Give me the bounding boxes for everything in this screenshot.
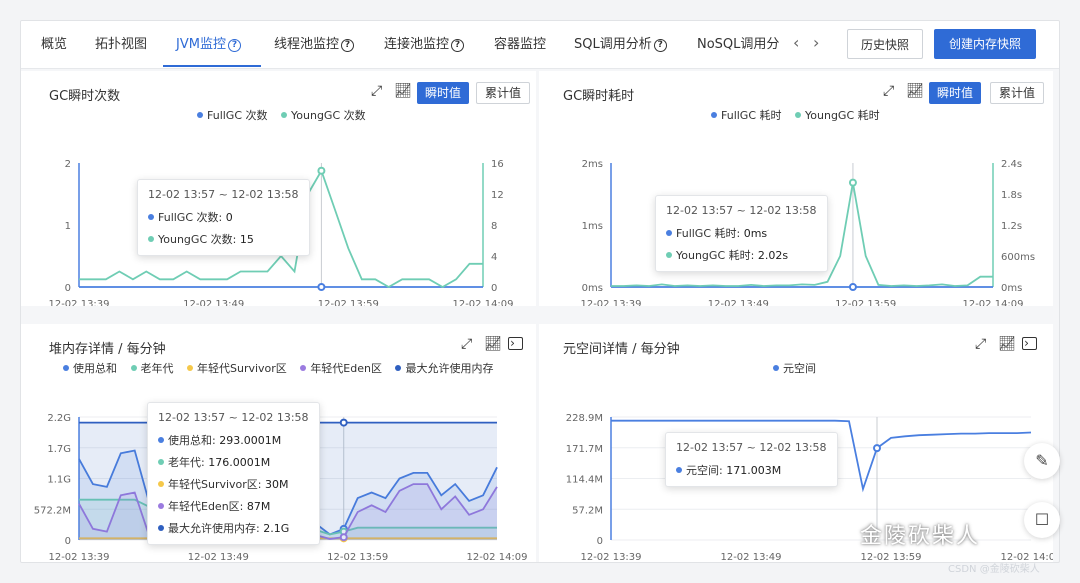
x-tick-label: 12-02 13:49 xyxy=(183,299,244,306)
x-tick-label: 12-02 13:39 xyxy=(580,552,641,563)
y-tick-label: 2ms xyxy=(582,159,603,170)
y-tick-label: 228.9M xyxy=(566,413,603,424)
tab-label: 概览 xyxy=(41,37,68,52)
create-memory-snapshot-button[interactable]: 创建内存快照 xyxy=(934,29,1036,59)
tab-threadpool-monitor[interactable]: 线程池监控? xyxy=(274,21,355,69)
y2-tick-label: 2.4s xyxy=(1001,159,1022,170)
y-tick-label: 2.2G xyxy=(47,413,71,424)
x-tick-label: 12-02 13:39 xyxy=(48,299,109,306)
hover-point xyxy=(873,444,881,453)
tab-label: JVM监控 xyxy=(176,37,226,52)
x-tick-label: 12-02 13:49 xyxy=(708,299,769,306)
x-tick-label: 12-02 14:09 xyxy=(962,299,1023,306)
heap-memory-panel: 堆内存详情 / 每分钟 ⤢ 📈︎ ›_ 使用总和 老年代 年轻代Survivor… xyxy=(21,324,536,563)
gc-time-panel: GC瞬时耗时 ⤢ 📈︎ 瞬时值 累计值 FullGC 耗时 YoungGC 耗时… xyxy=(539,71,1053,306)
y-tick-label: 2 xyxy=(65,159,71,170)
chart-tooltip: 12-02 13:57 ~ 12-02 13:58 元空间: 171.003M xyxy=(665,432,838,487)
comment-icon[interactable]: ☐ xyxy=(1024,502,1060,538)
y-tick-label: 572.2M xyxy=(34,505,71,516)
history-snapshot-button[interactable]: 历史快照 xyxy=(847,29,923,59)
hover-point xyxy=(317,283,326,291)
chart-tooltip: 12-02 13:57 ~ 12-02 13:58 FullGC 耗时: 0ms… xyxy=(655,195,828,272)
x-tick-label: 12-02 13:59 xyxy=(327,552,388,563)
y-tick-label: 0 xyxy=(65,536,71,547)
y-tick-label: 114.4M xyxy=(566,475,603,486)
y-tick-label: 171.7M xyxy=(566,444,603,455)
tab-topology[interactable]: 拓扑视图 xyxy=(95,21,147,69)
tab-container-monitor[interactable]: 容器监控 xyxy=(494,21,546,69)
y-tick-label: 1.1G xyxy=(47,475,71,486)
y-tick-label: 1ms xyxy=(582,221,603,232)
question-circle-icon[interactable]: ? xyxy=(653,39,667,52)
x-tick-label: 12-02 13:49 xyxy=(720,552,781,563)
y2-tick-label: 0 xyxy=(491,283,497,294)
tab-label: 线程池监控 xyxy=(274,37,340,52)
tab-overview[interactable]: 概览 xyxy=(41,21,67,69)
question-circle-icon[interactable]: ? xyxy=(227,39,241,52)
y2-tick-label: 600ms xyxy=(1001,252,1035,263)
tab-label: NoSQL调用分 xyxy=(697,37,780,52)
gc-count-panel: GC瞬时次数 ⤢ 📈︎ 瞬时值 累计值 FullGC 次数 YoungGC 次数… xyxy=(21,71,536,306)
y-tick-label: 1 xyxy=(65,221,71,232)
y-tick-label: 0 xyxy=(597,536,603,547)
chevron-left-icon[interactable]: ‹ xyxy=(793,33,799,52)
y2-tick-label: 4 xyxy=(491,252,497,263)
hover-point xyxy=(339,418,348,427)
watermark-text: 金陵砍柴人 xyxy=(860,524,981,549)
x-tick-label: 12-02 13:59 xyxy=(318,299,379,306)
x-tick-label: 12-02 13:39 xyxy=(580,299,641,306)
y2-tick-label: 8 xyxy=(491,221,497,232)
x-tick-label: 12-02 13:49 xyxy=(188,552,249,563)
chart-tooltip: 12-02 13:57 ~ 12-02 13:58 使用总和: 293.0001… xyxy=(147,402,320,545)
question-circle-icon[interactable]: ? xyxy=(451,39,465,52)
chevron-right-icon[interactable]: › xyxy=(813,33,819,52)
chart-tooltip: 12-02 13:57 ~ 12-02 13:58 FullGC 次数: 0 Y… xyxy=(137,179,310,256)
tab-jvm-monitor[interactable]: JVM监控? xyxy=(176,21,241,69)
x-tick-label: 12-02 14:09 xyxy=(452,299,513,306)
x-tick-label: 12-02 14:09 xyxy=(466,552,527,563)
x-tick-label: 12-02 13:59 xyxy=(835,299,896,306)
hover-point xyxy=(848,283,857,291)
y-tick-label: 1.7G xyxy=(47,444,71,455)
y2-tick-label: 0ms xyxy=(1001,283,1022,294)
x-tick-label: 12-02 13:39 xyxy=(48,552,109,563)
y2-tick-label: 1.2s xyxy=(1001,221,1022,232)
y-tick-label: 57.2M xyxy=(572,505,603,516)
x-tick-label: 12-02 13:59 xyxy=(860,552,921,563)
tab-label: SQL调用分析 xyxy=(574,37,652,52)
question-circle-icon[interactable]: ? xyxy=(341,39,355,52)
edit-icon[interactable]: ✎ xyxy=(1024,443,1060,479)
tab-connpool-monitor[interactable]: 连接池监控? xyxy=(384,21,465,69)
app-frame: 概览 拓扑视图 JVM监控? 线程池监控? 连接池监控? 容器监控 SQL调用分… xyxy=(20,20,1060,563)
y2-tick-label: 12 xyxy=(491,190,504,201)
y-tick-label: 0ms xyxy=(582,283,603,294)
hover-point xyxy=(317,166,326,175)
y-tick-label: 0 xyxy=(65,283,71,294)
tab-label: 连接池监控 xyxy=(384,37,450,52)
tab-bar: 概览 拓扑视图 JVM监控? 线程池监控? 连接池监控? 容器监控 SQL调用分… xyxy=(21,21,1059,69)
hover-point xyxy=(848,178,857,187)
y2-tick-label: 16 xyxy=(491,159,504,170)
active-tab-indicator xyxy=(163,65,261,67)
y2-tick-label: 1.8s xyxy=(1001,190,1022,201)
tab-nosql-analysis[interactable]: NoSQL调用分 xyxy=(697,21,779,69)
tab-label: 容器监控 xyxy=(494,37,547,52)
watermark-small-text: CSDN @金陵砍柴人 xyxy=(948,564,1040,575)
tab-sql-analysis[interactable]: SQL调用分析? xyxy=(574,21,667,69)
tab-label: 拓扑视图 xyxy=(95,37,148,52)
